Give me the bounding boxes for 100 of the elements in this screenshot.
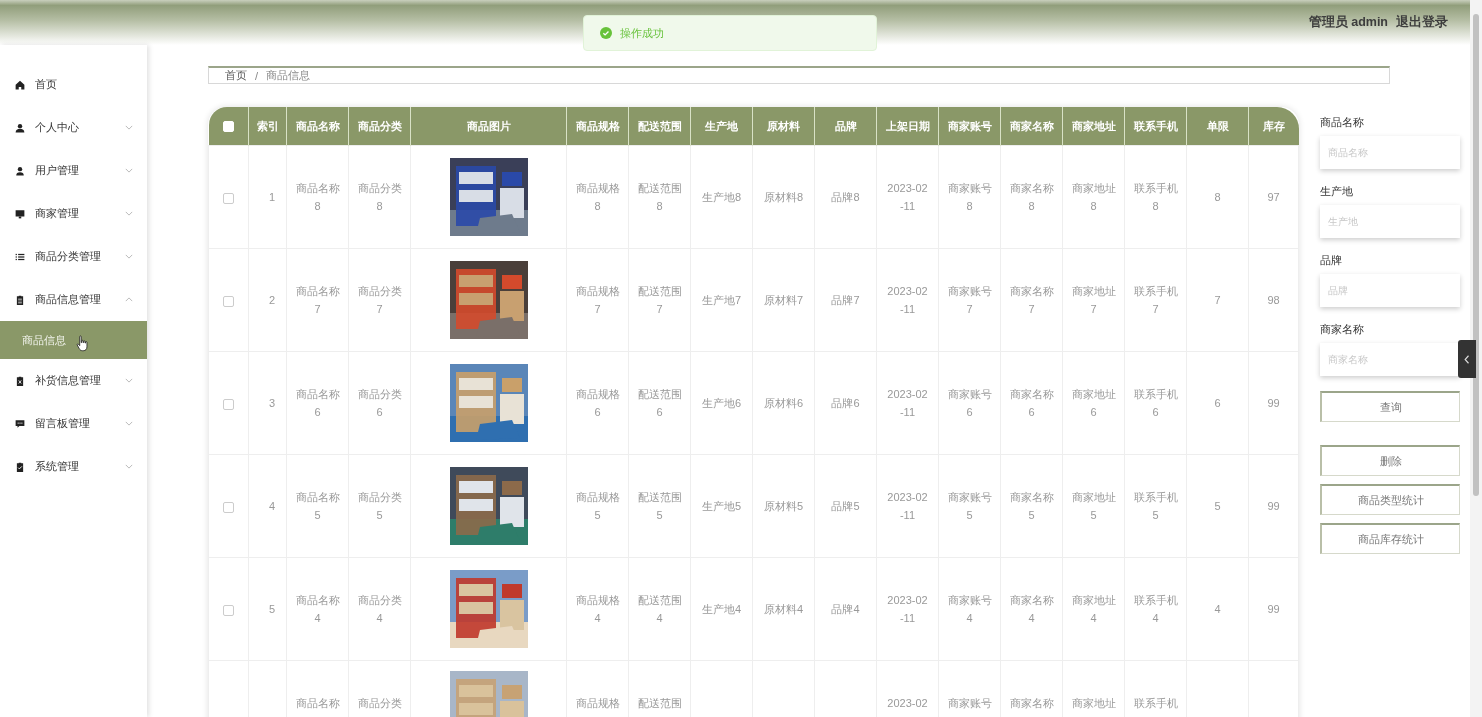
column-header[interactable]: 商品分类 bbox=[348, 107, 411, 146]
table-cell-text: 商家账号5 bbox=[946, 490, 993, 523]
table-cell-text: 商家名称7 bbox=[1008, 284, 1055, 317]
column-header[interactable]: 单限 bbox=[1186, 107, 1249, 146]
search-button[interactable]: 查询 bbox=[1320, 391, 1460, 422]
column-header[interactable]: 生产地 bbox=[690, 107, 753, 146]
table-cell-text: 1 bbox=[267, 190, 277, 205]
table-cell-text: 配送范围 bbox=[636, 696, 683, 711]
column-header[interactable]: 联系手机 bbox=[1124, 107, 1187, 146]
clipboard-icon bbox=[15, 461, 25, 472]
collapse-tab[interactable] bbox=[1458, 340, 1476, 378]
sidebar-item[interactable]: 商品信息管理 bbox=[0, 278, 147, 321]
table-cell-text: 联系手机7 bbox=[1132, 284, 1179, 317]
row-checkbox[interactable] bbox=[223, 604, 234, 616]
logout-link[interactable]: 退出登录 bbox=[1396, 14, 1448, 31]
table-cell-text: 商家名称8 bbox=[1008, 181, 1055, 214]
action-button[interactable]: 商品类型统计 bbox=[1320, 484, 1460, 515]
table-cell-text: 3 bbox=[267, 396, 277, 411]
table-cell-text: 5 bbox=[1213, 499, 1222, 514]
column-header[interactable]: 索引 bbox=[248, 107, 287, 146]
row-checkbox[interactable] bbox=[223, 295, 234, 307]
table-cell-text: 商品分类8 bbox=[356, 181, 403, 214]
column-header[interactable]: 库存 bbox=[1248, 107, 1299, 146]
table-cell-text: 商家地址7 bbox=[1070, 284, 1117, 317]
table-cell-text: 配送范围7 bbox=[636, 284, 683, 317]
clipboard-icon bbox=[15, 375, 25, 386]
sidebar-item[interactable]: 系统管理 bbox=[0, 445, 147, 488]
table-cell-text: 2 bbox=[267, 293, 277, 308]
table-cell-text: 97 bbox=[1266, 190, 1281, 205]
table-cell-text: 联系手机4 bbox=[1132, 593, 1179, 626]
column-header[interactable]: 上架日期 bbox=[876, 107, 939, 146]
table-cell-text: 商品名称6 bbox=[294, 387, 341, 420]
sidebar-item[interactable]: 用户管理 bbox=[0, 149, 147, 192]
sidebar-item[interactable]: 商家管理 bbox=[0, 192, 147, 235]
sidebar-item[interactable]: 个人中心 bbox=[0, 106, 147, 149]
field-label: 生产地 bbox=[1320, 184, 1354, 199]
table-cell-text: 原材料7 bbox=[762, 293, 805, 308]
column-header[interactable]: 商家名称 bbox=[1000, 107, 1063, 146]
scrollbar[interactable] bbox=[1470, 0, 1482, 717]
table-cell-text: 2023-02-11 bbox=[886, 490, 929, 523]
sidebar-item[interactable]: 商品分类管理 bbox=[0, 235, 147, 278]
table-cell-text: 生产地6 bbox=[700, 396, 743, 411]
chat-icon bbox=[15, 418, 25, 429]
table-cell-text: 商品分类4 bbox=[356, 593, 403, 626]
column-header[interactable]: 品牌 bbox=[814, 107, 877, 146]
column-header[interactable]: 商品名称 bbox=[286, 107, 349, 146]
table-cell-text: 5 bbox=[267, 602, 277, 617]
column-header[interactable]: 原材料 bbox=[752, 107, 815, 146]
table-cell-text: 2023-02 bbox=[886, 696, 929, 711]
table-cell-text: 原材料6 bbox=[762, 396, 805, 411]
table-cell-text: 商家地址6 bbox=[1070, 387, 1117, 420]
breadcrumb-link[interactable]: 首页 bbox=[225, 68, 247, 83]
table-cell-text: 生产地7 bbox=[700, 293, 743, 308]
field-label: 商品名称 bbox=[1320, 115, 1365, 130]
row-checkbox[interactable] bbox=[223, 398, 234, 410]
sidebar-item[interactable]: 留言板管理 bbox=[0, 402, 147, 445]
table-cell-text: 商品规格8 bbox=[574, 181, 621, 214]
table-cell-text: 商家账号7 bbox=[946, 284, 993, 317]
column-header[interactable]: 商家账号 bbox=[938, 107, 1001, 146]
column-header[interactable]: 商家地址 bbox=[1062, 107, 1125, 146]
table-cell-text: 品牌7 bbox=[830, 293, 861, 308]
table-cell-text: 99 bbox=[1266, 396, 1281, 411]
sidebar-subitem[interactable]: 商品信息 bbox=[0, 321, 147, 359]
column-header[interactable]: 配送范围 bbox=[628, 107, 691, 146]
list-icon bbox=[15, 251, 25, 262]
table-cell-text: 商品规格 bbox=[574, 696, 621, 711]
table-cell-text: 商家名称6 bbox=[1008, 387, 1055, 420]
table-cell-text: 商品分类6 bbox=[356, 387, 403, 420]
column-header[interactable]: 商品图片 bbox=[410, 107, 567, 146]
table-cell-text: 品牌5 bbox=[830, 499, 861, 514]
table-cell-text: 联系手机8 bbox=[1132, 181, 1179, 214]
table-cell-text: 99 bbox=[1266, 602, 1281, 617]
table-cell-text: 8 bbox=[1213, 190, 1222, 205]
table-cell-text: 品牌8 bbox=[830, 190, 861, 205]
table-cell-text: 7 bbox=[1213, 293, 1222, 308]
table-cell-text: 品牌4 bbox=[830, 602, 861, 617]
select-all-checkbox[interactable] bbox=[222, 121, 234, 133]
action-button[interactable]: 商品库存统计 bbox=[1320, 523, 1460, 554]
column-header[interactable]: 商品规格 bbox=[566, 107, 629, 146]
table-cell-text: 2023-02-11 bbox=[886, 284, 929, 317]
table-cell-text: 商品名称8 bbox=[294, 181, 341, 214]
table-cell-text: 2023-02-11 bbox=[886, 387, 929, 420]
success-message: 操作成功 bbox=[583, 15, 877, 51]
breadcrumb-separator: / bbox=[255, 69, 259, 82]
row-checkbox[interactable] bbox=[223, 192, 234, 204]
chevron-left-icon bbox=[1464, 354, 1470, 364]
row-checkbox[interactable] bbox=[223, 501, 234, 513]
action-button[interactable]: 删除 bbox=[1320, 445, 1460, 476]
table-cell-text: 商品规格5 bbox=[574, 490, 621, 523]
table-cell-text: 商家地址8 bbox=[1070, 181, 1117, 214]
table-cell-text: 商品分类7 bbox=[356, 284, 403, 317]
table-cell-text: 品牌6 bbox=[830, 396, 861, 411]
table-cell-text: 商品规格7 bbox=[574, 284, 621, 317]
sidebar-item[interactable]: 补货信息管理 bbox=[0, 359, 147, 402]
table-cell-text: 商品名称4 bbox=[294, 593, 341, 626]
table-cell-text: 配送范围4 bbox=[636, 593, 683, 626]
sidebar-item[interactable]: 首页 bbox=[0, 63, 147, 106]
table-cell-text: 商家名称 bbox=[1008, 696, 1055, 711]
table-cell-text: 商品名称7 bbox=[294, 284, 341, 317]
table-cell-text: 商品名称 bbox=[294, 696, 341, 711]
